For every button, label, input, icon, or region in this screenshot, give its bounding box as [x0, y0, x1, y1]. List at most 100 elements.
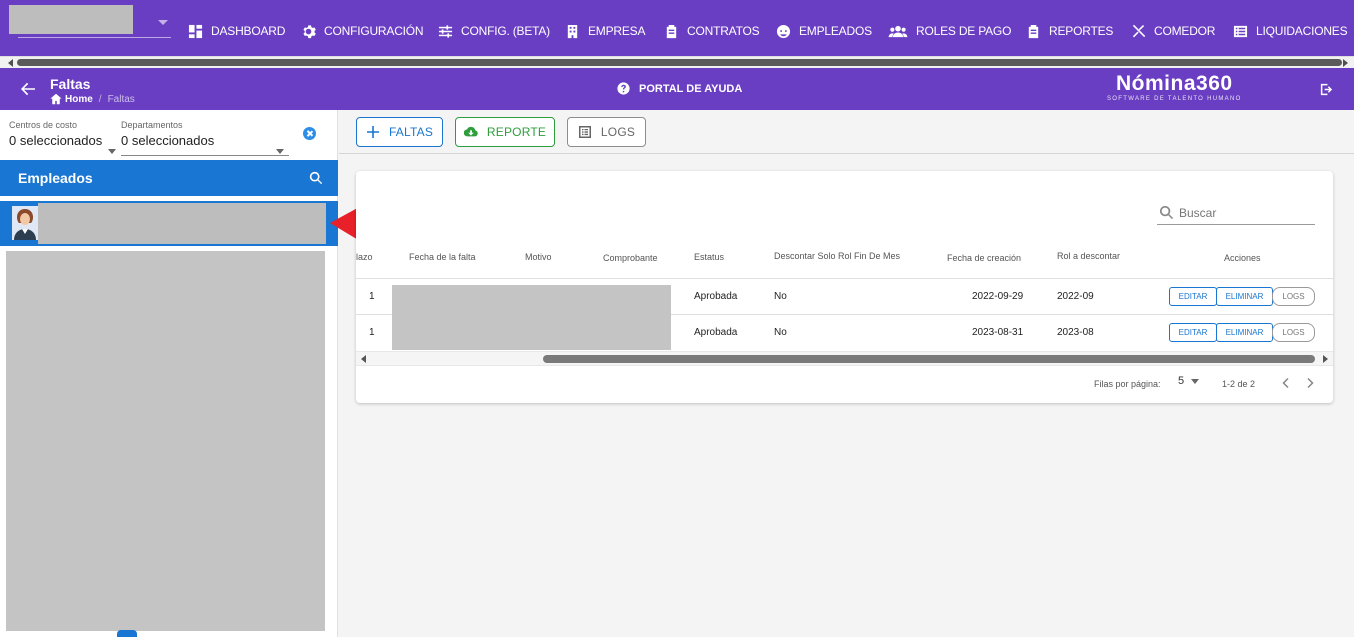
gear-icon [303, 24, 316, 38]
report-button[interactable]: REPORTE [455, 117, 555, 147]
back-arrow-icon[interactable] [20, 81, 36, 97]
nav-empleados[interactable]: EMPLEADOS [776, 21, 872, 41]
nav-comedor[interactable]: COMEDOR [1131, 21, 1215, 41]
breadcrumb: Home / Faltas [50, 93, 135, 105]
cell-rol: 2023-08 [1057, 327, 1094, 338]
nav-config-beta[interactable]: CONFIG. (BETA) [438, 21, 550, 41]
edit-button[interactable]: EDITAR [1169, 323, 1217, 342]
cell-rol: 2022-09 [1057, 291, 1094, 302]
page-header: Faltas Home / Faltas PORTAL DE AYUDA Nóm… [0, 68, 1354, 110]
chevron-right-icon[interactable] [1303, 376, 1317, 390]
nav-label: DASHBOARD [211, 24, 286, 38]
help-label: PORTAL DE AYUDA [639, 82, 743, 95]
departments-value: 0 seleccionados [121, 133, 215, 148]
logs-button[interactable]: LOGS [567, 117, 646, 147]
column-header-fecha-falta[interactable]: Fecha de la falta [409, 252, 476, 262]
column-header-comprobante[interactable]: Comprobante [603, 253, 658, 263]
search-icon[interactable] [309, 171, 323, 185]
cell-estatus: Aprobada [694, 291, 738, 302]
nav-empresa[interactable]: EMPRESA [565, 21, 645, 41]
column-header-estatus[interactable]: Estatus [694, 252, 724, 262]
clipboard-report-icon [1028, 24, 1039, 38]
scroll-right-icon[interactable] [1343, 59, 1348, 67]
nav-label: EMPRESA [588, 24, 646, 38]
faltas-table-card: lazo Fecha de la falta Motivo Comprobant… [356, 171, 1333, 403]
avatar [12, 206, 38, 240]
top-navigation: DASHBOARD CONFIGURACIÓN CONFIG. (BETA) E… [0, 0, 1354, 56]
face-icon [776, 24, 791, 38]
clear-filters-icon[interactable] [303, 127, 316, 140]
column-header-motivo[interactable]: Motivo [525, 252, 552, 262]
cloud-download-icon [463, 126, 478, 137]
nav-label: ROLES DE PAGO [916, 24, 1012, 38]
row-logs-button[interactable]: LOGS [1272, 323, 1315, 342]
sliders-icon [438, 24, 453, 38]
nav-roles-de-pago[interactable]: ROLES DE PAGO [888, 21, 1011, 41]
brand-tagline: SOFTWARE DE TALENTO HUMANO [1107, 96, 1242, 102]
table-search[interactable] [1157, 201, 1315, 225]
scroll-handle[interactable] [117, 630, 137, 637]
rows-per-page-select[interactable]: 5 [1178, 375, 1200, 387]
employees-title: Empleados [18, 170, 93, 186]
cell-descontar: No [774, 327, 787, 338]
list-icon [1233, 25, 1248, 37]
nav-dashboard[interactable]: DASHBOARD [188, 21, 285, 41]
cost-centers-filter[interactable]: Centros de costo 0 seleccionados [9, 120, 117, 154]
edit-button[interactable]: EDITAR [1169, 287, 1217, 306]
home-icon [50, 93, 62, 105]
cell-plazo: 1 [369, 291, 375, 302]
breadcrumb-separator: / [98, 93, 102, 105]
nav-label: CONTRATOS [687, 24, 760, 38]
scrollbar-thumb[interactable] [543, 355, 1315, 363]
add-falta-button[interactable]: FALTAS [356, 117, 443, 147]
search-icon [1159, 205, 1174, 220]
plus-icon [366, 126, 379, 138]
dashboard-icon [188, 24, 203, 38]
delete-button[interactable]: ELIMINAR [1216, 287, 1273, 306]
nav-liquidaciones[interactable]: LIQUIDACIONES [1233, 21, 1348, 41]
nav-label: REPORTES [1049, 24, 1114, 38]
search-input[interactable] [1179, 205, 1309, 220]
employee-sidebar: Centros de costo 0 seleccionados Departa… [0, 110, 338, 637]
cost-centers-value: 0 seleccionados [9, 133, 103, 148]
breadcrumb-home[interactable]: Home [50, 93, 93, 105]
redacted-employee-list [6, 251, 325, 631]
company-selector[interactable] [9, 4, 171, 38]
scroll-left-icon[interactable] [8, 59, 13, 67]
header-divider [356, 278, 1333, 279]
cell-estatus: Aprobada [694, 327, 738, 338]
redacted-cells [392, 285, 671, 350]
employees-header: Empleados [0, 160, 338, 196]
nav-contratos[interactable]: CONTRATOS [664, 21, 760, 41]
redacted-company-name [9, 5, 133, 34]
column-header-descontar[interactable]: Descontar Solo Rol Fin De Mes [774, 251, 900, 261]
column-header-plazo[interactable]: lazo [356, 252, 373, 262]
clipboard-icon [666, 24, 677, 38]
nav-label: EMPLEADOS [799, 24, 872, 38]
row-logs-button[interactable]: LOGS [1272, 287, 1315, 306]
column-header-acciones: Acciones [1224, 253, 1261, 263]
nav-reportes[interactable]: REPORTES [1026, 21, 1113, 41]
help-portal-link[interactable]: PORTAL DE AYUDA [617, 82, 742, 95]
departments-filter[interactable]: Departamentos 0 seleccionados [121, 120, 289, 156]
redacted-employee-name [38, 203, 326, 244]
nav-label: CONFIG. (BETA) [461, 24, 550, 38]
nav-configuracion[interactable]: CONFIGURACIÓN [301, 21, 424, 41]
logout-icon[interactable] [1319, 82, 1334, 97]
employee-list-item-selected[interactable] [0, 201, 338, 246]
column-header-fecha-creacion[interactable]: Fecha de creación [947, 253, 1021, 263]
rows-per-page-label: Filas por página: [1094, 379, 1161, 389]
logs-label: LOGS [600, 125, 636, 139]
scroll-left-icon[interactable] [361, 355, 366, 363]
brand-logo: Nómina360 SOFTWARE DE TALENTO HUMANO [1107, 73, 1242, 103]
chevron-left-icon[interactable] [1279, 376, 1293, 390]
column-header-rol-descontar[interactable]: Rol a descontar [1057, 251, 1120, 261]
table-horizontal-scrollbar[interactable] [356, 351, 1333, 366]
scrollbar-thumb[interactable] [17, 59, 1342, 66]
breadcrumb-home-label: Home [65, 93, 93, 105]
building-icon [567, 24, 578, 38]
delete-button[interactable]: ELIMINAR [1216, 323, 1273, 342]
scroll-right-icon[interactable] [1323, 355, 1328, 363]
cell-descontar: No [774, 291, 787, 302]
nav-scrollbar[interactable] [0, 56, 1354, 68]
